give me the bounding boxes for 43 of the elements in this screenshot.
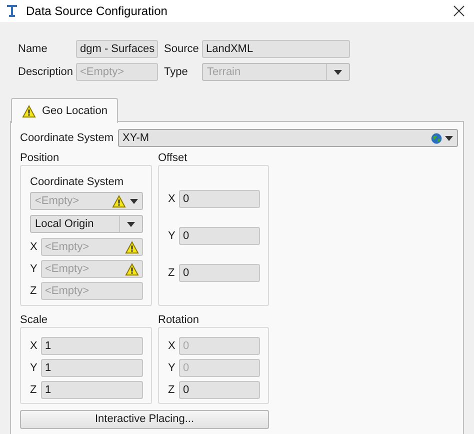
field-label: Y <box>168 228 174 244</box>
input-field[interactable]: 0 <box>179 190 260 208</box>
field-label: Description <box>18 66 74 78</box>
caret-icon <box>130 198 138 204</box>
field-label: Coordinate System <box>30 175 125 189</box>
interactive-placing-button[interactable]: Interactive Placing... <box>20 410 269 429</box>
field-label: Z <box>30 382 36 398</box>
field-label: Z <box>168 266 174 281</box>
field-label: Type <box>164 66 188 78</box>
input-field[interactable]: dgm - Surfaces <box>76 40 158 58</box>
field-label: X <box>168 192 174 207</box>
field-label: Coordinate System <box>20 130 114 146</box>
dropdown[interactable]: Local Origin <box>30 215 143 233</box>
caret-icon <box>334 70 342 74</box>
caret-icon <box>445 136 453 140</box>
field-label: Scale <box>20 313 49 326</box>
field-label: Z <box>30 284 36 299</box>
field-label: Y <box>30 360 36 376</box>
input-field[interactable]: 1 <box>41 359 143 377</box>
input-field[interactable]: 0 <box>179 381 260 399</box>
caret-icon <box>127 222 135 226</box>
globe-icon <box>431 132 442 144</box>
field-label: Name <box>18 42 48 55</box>
input-field[interactable]: 1 <box>41 337 143 355</box>
input-field[interactable]: 1 <box>41 381 143 399</box>
field-label: Source <box>164 42 199 55</box>
field-label: Position <box>20 151 60 164</box>
field-label: Rotation <box>158 313 200 326</box>
field-label: Offset <box>158 151 188 164</box>
input-field[interactable]: 0 <box>179 264 260 282</box>
tab[interactable]: Geo Location <box>11 98 118 123</box>
dropdown[interactable]: XY-M <box>118 129 458 147</box>
field-label: X <box>168 338 174 354</box>
field-label: Y <box>168 360 174 376</box>
input-field[interactable]: 0 <box>179 227 260 245</box>
window-title: Data Source Configuration <box>26 3 168 20</box>
close-icon[interactable] <box>453 5 465 17</box>
field-label: Z <box>168 382 174 398</box>
app-icon <box>6 4 18 18</box>
field-label: X <box>30 240 36 255</box>
field-label: X <box>30 338 36 354</box>
input-field[interactable]: LandXML <box>202 40 350 58</box>
field-label: Y <box>30 262 36 277</box>
